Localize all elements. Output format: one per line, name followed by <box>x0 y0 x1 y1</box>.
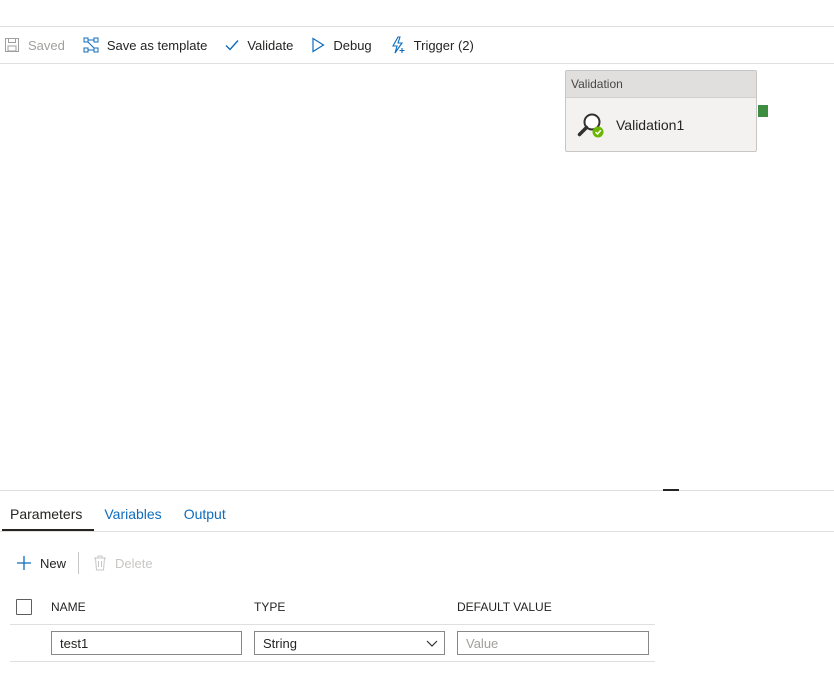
magnifier-check-icon <box>577 113 604 138</box>
chevron-down-icon <box>426 640 438 647</box>
panel-resize-handle[interactable] <box>663 489 679 491</box>
trash-icon <box>94 555 107 571</box>
trigger-button[interactable]: Trigger (2) <box>381 27 483 63</box>
plus-icon <box>17 556 31 570</box>
debug-button[interactable]: Debug <box>302 27 380 63</box>
panel-divider <box>0 490 834 491</box>
tab-variables[interactable]: Variables <box>94 499 173 529</box>
activity-name: Validation1 <box>616 117 685 133</box>
pipeline-canvas[interactable]: Validation Validation1 <box>0 64 834 490</box>
table-header-row: NAME TYPE DEFAULT VALUE <box>10 590 655 625</box>
activity-type-label: Validation <box>566 71 756 98</box>
action-separator <box>78 552 80 574</box>
validate-button[interactable]: Validate <box>216 27 302 63</box>
validate-label: Validate <box>247 37 294 53</box>
header-name: NAME <box>51 600 86 614</box>
success-output-port[interactable] <box>758 105 768 117</box>
parameter-type-select[interactable]: String <box>254 631 445 655</box>
tab-output[interactable]: Output <box>174 499 238 529</box>
saved-button[interactable]: Saved <box>0 27 74 63</box>
debug-label: Debug <box>333 37 372 53</box>
parameter-name-input[interactable] <box>51 631 242 655</box>
checkmark-icon <box>225 40 239 51</box>
tab-parameters[interactable]: Parameters <box>0 499 95 531</box>
delete-parameter-button[interactable]: Delete <box>93 555 153 571</box>
save-as-template-label: Save as template <box>106 37 208 53</box>
play-icon <box>312 37 325 53</box>
validation-activity[interactable]: Validation Validation1 <box>565 70 757 152</box>
save-icon <box>5 38 19 52</box>
lightning-plus-icon <box>391 36 405 54</box>
header-type: TYPE <box>254 600 286 614</box>
panel-tabs: Parameters Variables Output <box>0 499 834 532</box>
trigger-label: Trigger (2) <box>413 37 474 53</box>
header-default-value: DEFAULT VALUE <box>457 600 552 614</box>
save-as-template-button[interactable]: Save as template <box>74 27 216 63</box>
select-all-checkbox[interactable] <box>16 599 32 615</box>
parameter-actions: New Delete <box>16 551 153 575</box>
parameters-table: NAME TYPE DEFAULT VALUE String <box>10 590 655 662</box>
new-parameter-button[interactable]: New <box>16 555 66 571</box>
new-label: New <box>40 555 67 571</box>
delete-label: Delete <box>115 555 153 571</box>
parameter-default-value-input[interactable] <box>457 631 649 655</box>
table-row: String <box>10 625 655 662</box>
saved-label: Saved <box>28 37 65 53</box>
template-icon <box>83 37 99 53</box>
pipeline-toolbar: Saved Save as template Validate Debug Tr… <box>0 27 834 64</box>
type-selected-value: String <box>263 635 297 651</box>
